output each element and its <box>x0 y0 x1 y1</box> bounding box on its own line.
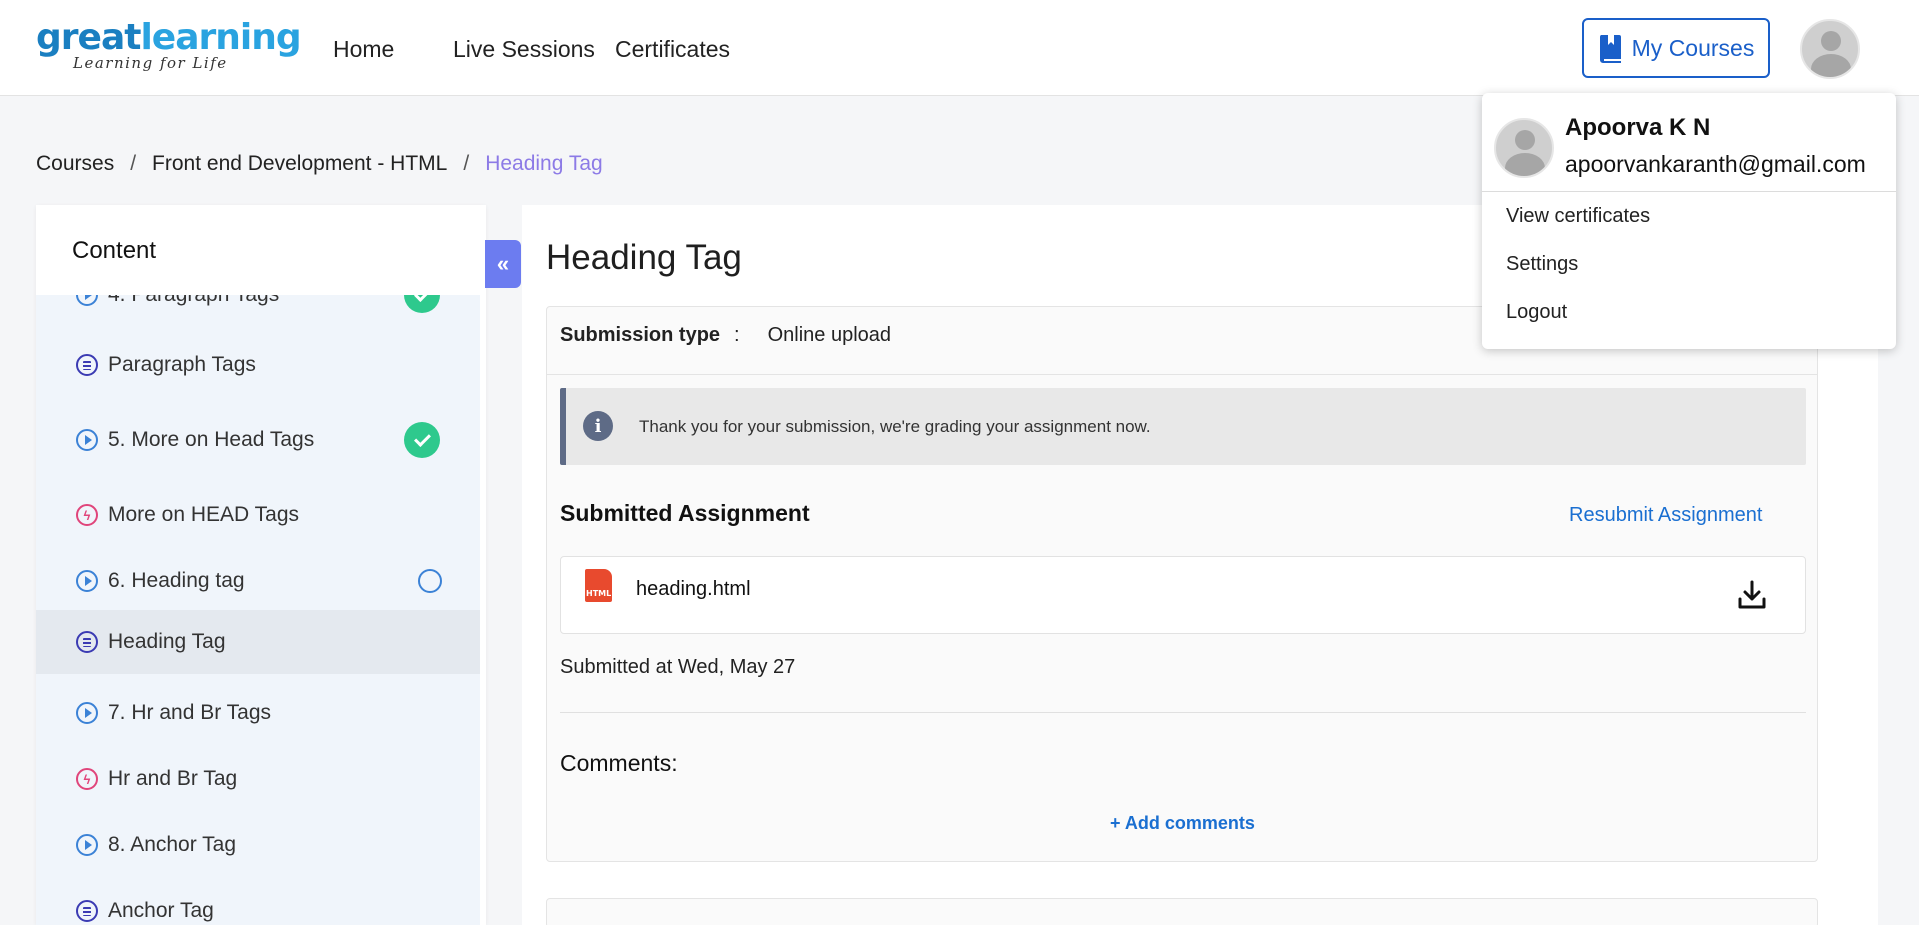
play-circle-icon <box>76 429 98 451</box>
my-courses-label: My Courses <box>1631 34 1755 61</box>
list-item-label: Hr and Br Tag <box>108 767 238 790</box>
add-comments-link[interactable]: + Add comments <box>1110 813 1255 834</box>
breadcrumb-separator: / <box>130 152 137 175</box>
book-icon <box>1599 35 1621 63</box>
divider <box>560 712 1806 713</box>
html-file-icon: HTML <box>585 569 612 602</box>
submission-type: Submission type: Online upload <box>560 324 891 347</box>
avatar-head <box>1821 31 1841 51</box>
quiz-bolt-icon: ϟ <box>76 504 98 526</box>
breadcrumb: Courses / Front end Development - HTML /… <box>36 152 603 176</box>
next-panel <box>546 898 1818 925</box>
nav-live-sessions[interactable]: Live Sessions <box>453 36 595 63</box>
list-item[interactable]: 7. Hr and Br Tags <box>36 681 480 745</box>
list-item[interactable]: ϟ More on HEAD Tags <box>36 483 480 547</box>
list-item-label: 5. More on Head Tags <box>108 428 315 451</box>
play-circle-icon <box>76 834 98 856</box>
list-item-label: 7. Hr and Br Tags <box>108 701 272 724</box>
list-item[interactable]: 5. More on Head Tags <box>36 408 480 472</box>
list-item-label: 4. Paragraph Tags <box>108 295 279 307</box>
avatar-body <box>1811 54 1851 77</box>
document-icon <box>76 900 98 922</box>
avatar-body <box>1505 153 1545 176</box>
play-circle-icon <box>76 702 98 724</box>
user-email: apoorvankaranth@gmail.com <box>1565 151 1866 177</box>
collapse-sidebar-button[interactable]: « <box>485 240 521 288</box>
submitted-assignment-title: Submitted Assignment <box>560 500 810 526</box>
dropdown-avatar <box>1494 118 1554 178</box>
avatar-head <box>1515 130 1535 150</box>
user-avatar[interactable] <box>1800 19 1860 79</box>
double-chevron-left-icon: « <box>496 251 510 276</box>
divider <box>547 374 1817 375</box>
menu-item-settings[interactable]: Settings <box>1506 253 1578 276</box>
page-title: Heading Tag <box>546 238 742 277</box>
menu-item-view-certificates[interactable]: View certificates <box>1506 205 1650 228</box>
list-item-label: 8. Anchor Tag <box>108 833 237 856</box>
content-sidebar: Content 4. Paragraph Tags Paragraph Tags… <box>36 205 486 925</box>
breadcrumb-separator: / <box>463 152 470 175</box>
completed-check-icon <box>404 295 440 313</box>
file-name[interactable]: heading.html <box>636 578 751 601</box>
info-icon: i <box>583 411 613 441</box>
submission-type-colon: : <box>734 324 740 346</box>
submission-type-label: Submission type <box>560 324 721 346</box>
document-icon <box>76 354 98 376</box>
my-courses-button[interactable]: My Courses <box>1582 18 1770 78</box>
logo-wordmark: greatlearning <box>36 17 302 58</box>
file-icon-text: HTML <box>586 589 612 598</box>
play-circle-icon <box>76 570 98 592</box>
list-item-label: 6. Heading tag <box>108 569 245 592</box>
user-name: Apoorva K N <box>1565 114 1711 141</box>
list-item[interactable]: 6. Heading tag <box>36 549 480 613</box>
resubmit-assignment-link[interactable]: Resubmit Assignment <box>1569 504 1762 527</box>
document-icon <box>76 631 98 653</box>
submitted-at: Submitted at Wed, May 27 <box>560 656 796 678</box>
breadcrumb-current: Heading Tag <box>485 152 603 175</box>
list-item-label: More on HEAD Tags <box>108 503 300 526</box>
sidebar-list: 4. Paragraph Tags Paragraph Tags 5. More… <box>36 295 480 925</box>
breadcrumb-course[interactable]: Front end Development - HTML <box>152 152 447 176</box>
top-navigation-bar: greatlearning Learning for Life Home Liv… <box>0 0 1919 96</box>
comments-title: Comments: <box>560 750 678 776</box>
list-item[interactable]: Anchor Tag <box>36 879 480 925</box>
info-message: Thank you for your submission, we're gra… <box>639 417 1151 436</box>
nav-certificates[interactable]: Certificates <box>615 36 730 63</box>
incomplete-circle-icon <box>418 569 442 593</box>
divider <box>1482 191 1896 192</box>
submission-type-value: Online upload <box>767 324 892 346</box>
list-item-active[interactable]: Heading Tag <box>36 610 480 674</box>
nav-home[interactable]: Home <box>333 36 394 63</box>
play-circle-icon <box>76 295 98 306</box>
list-item[interactable]: Paragraph Tags <box>36 333 480 397</box>
completed-check-icon <box>404 422 440 458</box>
breadcrumb-courses[interactable]: Courses <box>36 152 114 176</box>
list-item-label: Paragraph Tags <box>108 353 256 376</box>
list-item[interactable]: 4. Paragraph Tags <box>36 295 480 327</box>
menu-item-logout[interactable]: Logout <box>1506 301 1567 324</box>
sidebar-title: Content <box>72 237 157 264</box>
list-item[interactable]: ϟ Hr and Br Tag <box>36 747 480 811</box>
quiz-bolt-icon: ϟ <box>76 768 98 790</box>
list-item-label: Anchor Tag <box>108 899 214 922</box>
list-item-label: Heading Tag <box>108 630 226 653</box>
list-item[interactable]: 8. Anchor Tag <box>36 813 480 877</box>
greatlearning-logo[interactable]: greatlearning Learning for Life <box>36 17 302 73</box>
download-icon[interactable] <box>1737 579 1767 611</box>
